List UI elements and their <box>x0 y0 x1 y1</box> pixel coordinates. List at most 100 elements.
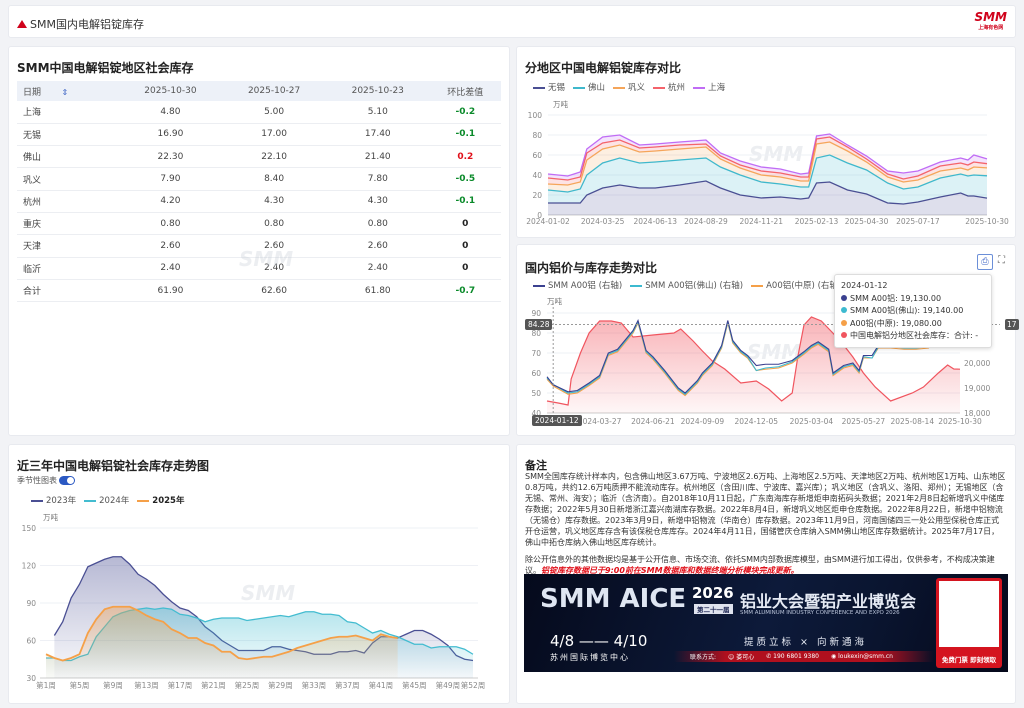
x-tick-label: 2025-08-14 <box>891 417 935 426</box>
diff-cell: -0.7 <box>429 279 501 303</box>
tooltip-item: SMM A00铝: 19,130.00 <box>841 293 985 306</box>
value-cell: 7.90 <box>118 167 223 191</box>
y2-tick-label: 19,000 <box>964 384 990 393</box>
value-cell: 22.10 <box>222 145 326 169</box>
y-tick-label: 150 <box>22 524 37 533</box>
y-tick-label: 50 <box>531 389 541 398</box>
value-cell: 61.80 <box>325 279 430 303</box>
x-tick-label: 2025-04-30 <box>845 217 889 226</box>
chart3-plot: 30 60 90 120 150 第1周 第5周 第9周 第13周 第17周 第21周 第25周 第29… <box>22 524 486 690</box>
x-tick-label: 第25周 <box>235 680 260 690</box>
region-cell: 无锡 <box>17 123 119 147</box>
y-tick-label: 20 <box>532 191 542 200</box>
table-row: 无锡 16.90 17.00 17.40 -0.1 <box>17 123 501 147</box>
sort-icon[interactable]: ⇕ <box>59 88 69 97</box>
x-tick-label: 第45周 <box>402 680 427 690</box>
region-cell: 佛山 <box>17 145 119 169</box>
y-tick-label: 60 <box>26 637 36 646</box>
table-row: 杭州 4.20 4.30 4.30 -0.1 <box>17 190 501 213</box>
tooltip-name: 中国电解铝分地区社会库存：合计: <box>850 331 976 340</box>
value-cell: 4.30 <box>325 190 430 213</box>
value-cell: 2.60 <box>118 234 223 258</box>
tooltip-name: SMM A00铝: <box>850 293 901 303</box>
x-tick-label: 2024-09-09 <box>681 417 725 426</box>
column-header: 环比差值 <box>429 81 501 101</box>
conference-banner[interactable]: SMM AICE 2026 第二十一届 铝业大会暨铝产业博览会 SMM ALUM… <box>524 574 1008 672</box>
notes-paragraph-1: SMM全国库存统计样本内，包含佛山地区3.67万吨、宁波地区2.6万吨、上海地区… <box>525 472 1006 547</box>
x-tick-label: 第21周 <box>201 680 226 690</box>
banner-contact-bar: 联系方式: ☺ 娄可心 ✆ 190 6801 9380 ◉ loukexin@s… <box>674 651 934 662</box>
contact-name: ☺ 娄可心 <box>728 654 755 661</box>
x-tick-label: 2025-05-27 <box>842 417 886 426</box>
y-tick-label: 40 <box>532 171 542 180</box>
region-cell: 合计 <box>17 279 119 303</box>
x-tick-label: 第9周 <box>103 680 123 690</box>
watermark: SMM <box>239 247 294 271</box>
smm-logo[interactable]: SMM 上海有色网 <box>974 11 1007 34</box>
x-tick-label: 2024-12-05 <box>734 417 778 426</box>
value-cell: 22.30 <box>118 145 223 169</box>
x-tick-label: 2024-03-25 <box>581 217 625 226</box>
column-header[interactable]: 日期 ⇕ <box>17 81 119 101</box>
x-tick-label: 2025-10-30 <box>965 217 1009 226</box>
table-row: 合计 61.90 62.60 61.80 -0.7 <box>17 279 501 303</box>
value-cell: 62.60 <box>222 279 326 303</box>
smm-icon <box>17 20 27 28</box>
y-tick-label: 30 <box>26 674 36 683</box>
x-tick-label: 2024-11-21 <box>739 217 783 226</box>
value-cell: 61.90 <box>118 279 223 303</box>
region-cell: 杭州 <box>17 190 119 213</box>
x-tick-label: 2025-10-30 <box>938 417 982 426</box>
y-tick-label: 60 <box>531 369 541 378</box>
column-header: 2025-10-30 <box>118 81 223 101</box>
contact-phone: ✆ 190 6801 9380 <box>766 653 819 660</box>
tooltip-item: SMM A00铝(佛山): 19,140.00 <box>841 305 985 318</box>
crosshair-y-label: 84.28 <box>525 319 553 330</box>
value-cell: 2.40 <box>325 257 430 280</box>
x-tick-label: 第17周 <box>168 680 193 690</box>
table-row: 巩义 7.90 8.40 7.80 -0.5 <box>17 167 501 191</box>
value-cell: 0.80 <box>325 212 430 236</box>
qr-code-icon <box>939 581 999 647</box>
tooltip-value: 19,130.00 <box>900 293 942 303</box>
value-cell: 8.40 <box>222 167 326 191</box>
x-tick-label: 第41周 <box>369 680 394 690</box>
notes-body: SMM全国库存统计样本内，包含佛山地区3.67万吨、宁波地区2.6万吨、上海地区… <box>525 471 1007 576</box>
column-header: 2025-10-23 <box>325 81 430 101</box>
banner-en-title: SMM ALUMINUM INDUSTRY CONFERENCE AND EXP… <box>740 610 900 616</box>
page-header: SMM国内电解铝锭库存 SMM 上海有色网 <box>8 5 1016 38</box>
banner-year: 2026 <box>692 584 734 602</box>
contact-email: ◉ loukexin@smm.cn <box>830 653 893 660</box>
value-cell: 7.80 <box>325 167 430 191</box>
table-row: 佛山 22.30 22.10 21.40 0.2 <box>17 145 501 169</box>
chart1-plot: 0204060801002024-01-02 2024-03-25 2024-06-… <box>526 111 1009 226</box>
x-tick-label: 第52周 <box>461 680 486 690</box>
notes-paragraph-2: 除公开信息外的其他数据均是基于公开信息、市场交流、依托SMM内部数据库模型，由S… <box>525 554 1007 576</box>
contact-label: 联系方式: <box>690 654 717 661</box>
tooltip-date: 2024-01-12 <box>841 281 888 290</box>
diff-cell: -0.1 <box>429 123 501 147</box>
crosshair-x-label: 2024-01-12 <box>532 415 582 426</box>
table-row: 重庆 0.80 0.80 0.80 0 <box>17 212 501 236</box>
value-cell: 4.20 <box>118 190 223 213</box>
x-tick-label: 2024-08-29 <box>684 217 728 226</box>
value-cell: 21.40 <box>325 145 430 169</box>
banner-cn-title: 铝业大会暨铝产业博览会 <box>740 592 917 611</box>
value-cell: 17.40 <box>325 123 430 147</box>
x-tick-label: 2024-06-21 <box>631 417 675 426</box>
banner-edition: 第二十一届 <box>694 604 733 614</box>
y2-tick-label: 20,000 <box>964 359 990 368</box>
diff-cell: -0.2 <box>429 101 501 124</box>
value-cell: 4.80 <box>118 101 223 124</box>
region-cell: 重庆 <box>17 212 119 236</box>
diff-cell: 0 <box>429 257 501 280</box>
tooltip-name: A00铝(中原): <box>850 318 902 328</box>
y-tick-label: 60 <box>532 151 542 160</box>
value-cell: 2.40 <box>118 257 223 280</box>
x-tick-label: 2024-03-27 <box>578 417 622 426</box>
column-header: 2025-10-27 <box>222 81 326 101</box>
diff-cell: -0.5 <box>429 167 501 191</box>
qr-panel[interactable]: 免费门票 即刻领取 <box>936 578 1002 668</box>
tooltip-dot <box>841 319 847 326</box>
chart-tooltip: 2024-01-12 SMM A00铝: 19,130.00 SMM A00铝(佛… <box>834 274 992 348</box>
